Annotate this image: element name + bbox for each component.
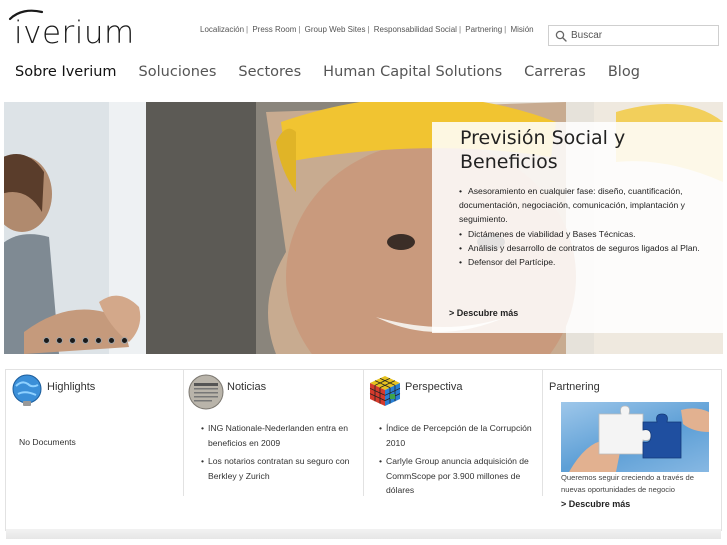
iverium-logo[interactable]: iverium: [8, 8, 158, 50]
slide-dot-2[interactable]: [56, 337, 63, 344]
link-mision[interactable]: Misión: [510, 25, 533, 34]
link-partnering[interactable]: Partnering: [465, 25, 502, 34]
noticias-panel: Noticias ING Nationale-Nederlanden entra…: [184, 370, 363, 496]
slide-dot-6[interactable]: [108, 337, 115, 344]
partnering-title[interactable]: Partnering: [549, 381, 600, 393]
noticias-list: ING Nationale-Nederlanden entra en benef…: [201, 421, 351, 487]
slide-dot-1[interactable]: [43, 337, 50, 344]
link-responsabilidad-social[interactable]: Responsabilidad Social: [374, 25, 457, 34]
highlights-empty-text: No Documents: [19, 437, 76, 447]
newspaper-icon: [188, 374, 224, 410]
hero-banner: Previsión Social y Beneficios Asesoramie…: [4, 102, 723, 354]
hero-bullet-list: Asesoramiento en cualquier fase: diseño,…: [459, 184, 717, 269]
perspective-item-link[interactable]: Índice de Percepción de la Corrupción 20…: [379, 421, 534, 450]
slide-dot-4[interactable]: [82, 337, 89, 344]
highlights-title[interactable]: Highlights: [47, 381, 95, 393]
partnering-discover-more-link[interactable]: > Descubre más: [561, 499, 630, 509]
search-box: [548, 25, 719, 46]
logo-text: iverium: [14, 15, 135, 51]
slide-pager: [43, 337, 134, 344]
content-panels: Highlights No Documents Noticias ING Nat…: [5, 369, 723, 539]
perspectiva-panel: Perspectiva Índice de Percepción de la C…: [364, 370, 542, 496]
hero-discover-more-link[interactable]: > Descubre más: [449, 308, 518, 318]
slide-dot-3[interactable]: [69, 337, 76, 344]
utility-links: Localización | Press Room | Group Web Site…: [200, 25, 534, 34]
nav-carreras[interactable]: Carreras: [524, 64, 586, 80]
news-item-link[interactable]: ING Nationale-Nederlanden entra en benef…: [201, 421, 351, 450]
nav-blog[interactable]: Blog: [608, 64, 640, 80]
search-input[interactable]: [571, 27, 711, 44]
perspective-item-link[interactable]: Carlyle Group anuncia adquisición de Com…: [379, 454, 534, 498]
slide-dot-5[interactable]: [95, 337, 102, 344]
hero-bullet: Análisis y desarrollo de contratos de se…: [459, 241, 717, 255]
news-item-link[interactable]: Los notarios contratan su seguro con Ber…: [201, 454, 351, 483]
highlights-panel: Highlights No Documents: [6, 370, 183, 496]
hero-title: Previsión Social y Beneficios: [460, 127, 626, 173]
search-icon[interactable]: [555, 30, 567, 42]
slide-dot-7[interactable]: [121, 337, 128, 344]
perspectiva-list: Índice de Percepción de la Corrupción 20…: [379, 421, 534, 502]
rubiks-cube-icon: [369, 376, 401, 406]
hero-bullet: Asesoramiento en cualquier fase: diseño,…: [459, 184, 717, 227]
hero-bullet: Dictámenes de viabilidad y Bases Técnica…: [459, 227, 717, 241]
lightbulb-globe-icon: [12, 374, 42, 406]
hero-photo-left: [4, 102, 146, 354]
puzzle-hands-image[interactable]: [561, 402, 709, 472]
nav-sectores[interactable]: Sectores: [238, 64, 301, 80]
link-press-room[interactable]: Press Room: [252, 25, 296, 34]
hero-text-panel: Previsión Social y Beneficios Asesoramie…: [432, 122, 723, 333]
link-localizacion[interactable]: Localización: [200, 25, 244, 34]
link-group-web-sites[interactable]: Group Web Sites: [305, 25, 366, 34]
nav-soluciones[interactable]: Soluciones: [139, 64, 217, 80]
noticias-title[interactable]: Noticias: [227, 381, 266, 393]
hero-bullet: Defensor del Partícipe.: [459, 255, 717, 269]
nav-sobre-iverium[interactable]: Sobre Iverium: [15, 64, 117, 80]
main-nav: Sobre Iverium Soluciones Sectores Human …: [15, 64, 662, 80]
perspectiva-title[interactable]: Perspectiva: [405, 381, 462, 393]
partnering-description: Queremos seguir creciendo a través de nu…: [561, 473, 694, 494]
nav-human-capital-solutions[interactable]: Human Capital Solutions: [323, 64, 502, 80]
partnering-panel: Partnering Queremos seguir creciendo a t…: [543, 370, 723, 509]
